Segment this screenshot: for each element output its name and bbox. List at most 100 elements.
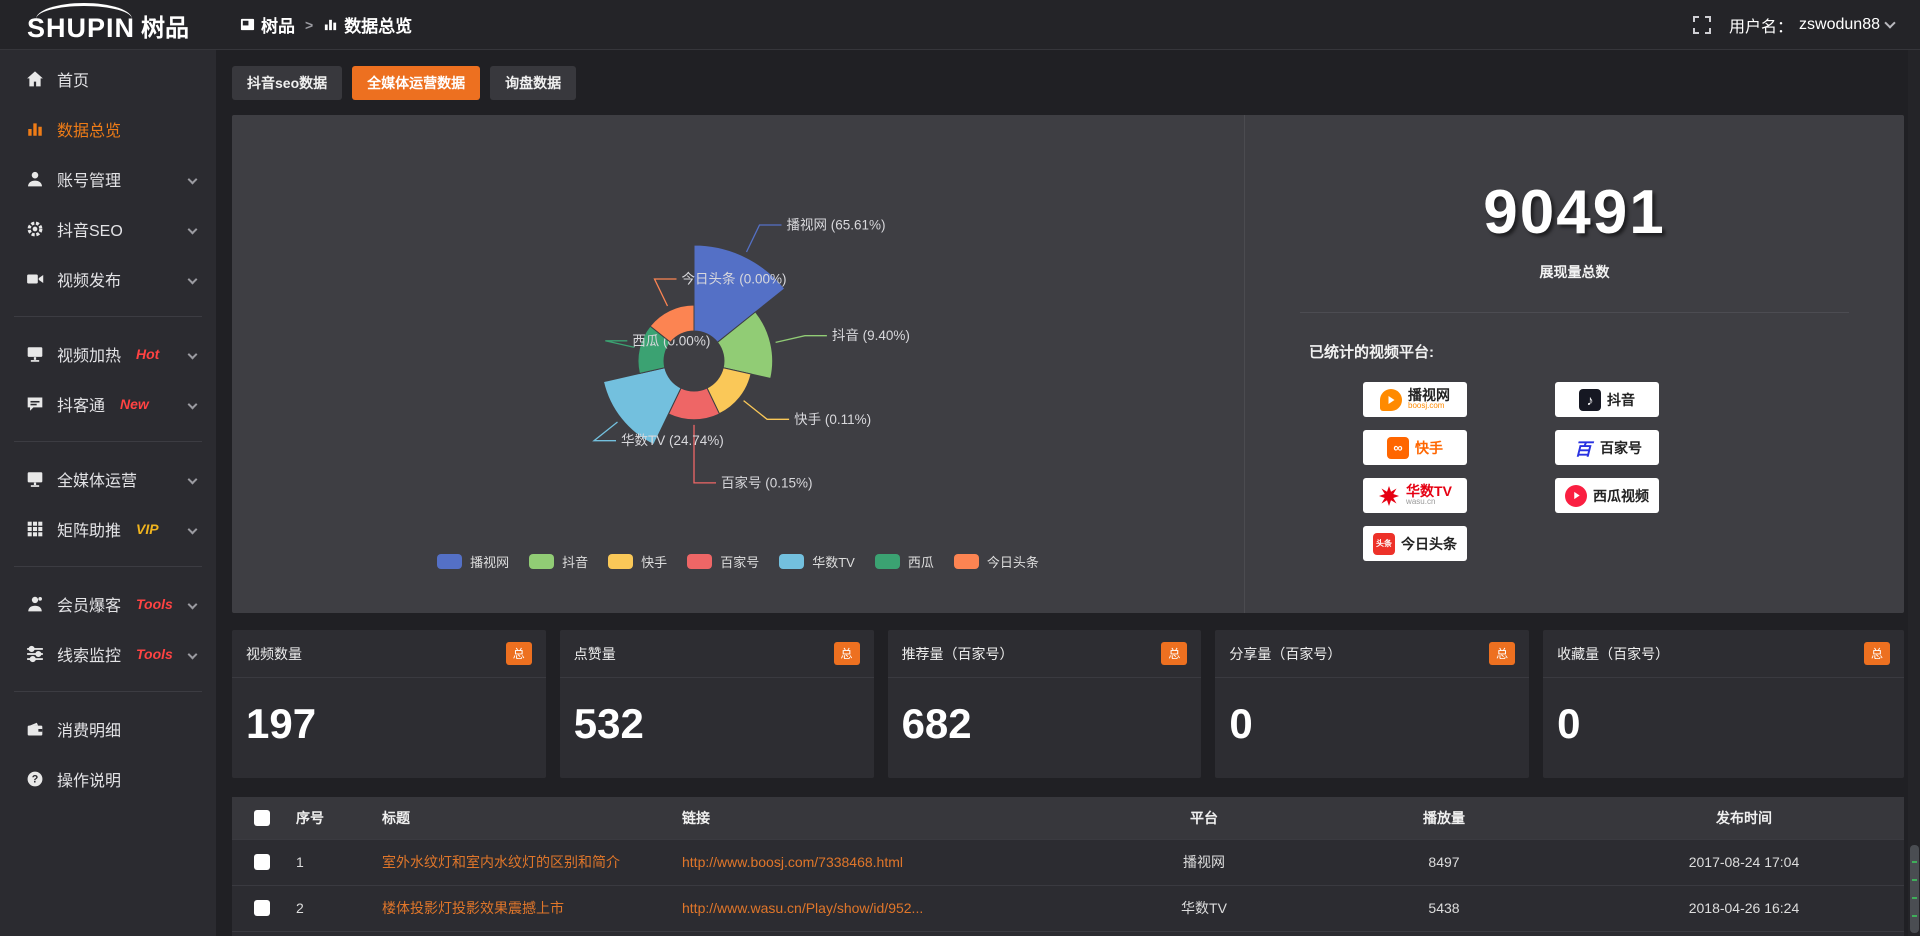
legend-swatch <box>779 554 804 569</box>
legend-label: 播视网 <box>470 552 509 571</box>
breadcrumb-item-data-overview[interactable]: 数据总览 <box>323 12 412 37</box>
heat-icon <box>26 345 44 363</box>
legend-item-今日头条[interactable]: 今日头条 <box>954 552 1039 571</box>
cell-no: 2 <box>288 885 374 931</box>
sidebar-item-clue-monitor[interactable]: 线索监控Tools <box>0 633 216 675</box>
legend-item-播视网[interactable]: 播视网 <box>437 552 509 571</box>
sidebar-item-label: 视频发布 <box>57 267 121 291</box>
stat-card-value: 532 <box>560 678 874 748</box>
pie-label-line <box>594 422 618 441</box>
video-icon <box>26 270 44 288</box>
tab-2[interactable]: 全媒体运营数据 <box>352 66 480 100</box>
stat-card-4: 分享量（百家号）总0 <box>1215 630 1529 778</box>
select-all-checkbox[interactable] <box>254 810 270 826</box>
row-checkbox[interactable] <box>254 854 270 870</box>
stat-card-value: 0 <box>1543 678 1904 748</box>
total-impressions-label: 展现量总数 <box>1245 262 1904 282</box>
cell-url-link[interactable]: http://www.wasu.cn/Play/show/id/952... <box>682 900 923 916</box>
pie-label-播视网: 播视网 (65.61%) <box>787 218 886 233</box>
sidebar-item-label: 抖客通 <box>57 392 105 416</box>
sidebar-item-member[interactable]: 会员爆客Tools <box>0 583 216 625</box>
stat-card-title: 推荐量（百家号） <box>902 644 1014 664</box>
legend-swatch <box>687 554 712 569</box>
legend-label: 快手 <box>641 552 667 571</box>
col-title: 标题 <box>374 797 674 839</box>
sidebar-item-video-heat[interactable]: 视频加热Hot <box>0 333 216 375</box>
boosj-icon <box>1380 389 1402 411</box>
legend-item-百家号[interactable]: 百家号 <box>687 552 759 571</box>
sidebar-item-label: 全媒体运营 <box>57 467 137 491</box>
cell-title-link[interactable]: 室外水纹灯和室内水纹灯的区别和简介 <box>382 854 620 870</box>
platform-name: 快手 <box>1415 441 1443 455</box>
logo-text-cn: 树品 <box>141 16 189 41</box>
row-checkbox[interactable] <box>254 900 270 916</box>
legend-item-抖音[interactable]: 抖音 <box>529 552 588 571</box>
gear-icon <box>26 220 44 238</box>
sidebar-divider <box>14 691 202 692</box>
sidebar-item-video-publish[interactable]: 视频发布 <box>0 258 216 300</box>
scrollbar-thumb[interactable] <box>1910 845 1919 933</box>
total-badge: 总 <box>1161 642 1187 665</box>
cell-time: 2018-04-26 16:24 <box>1584 885 1904 931</box>
sidebar-item-help[interactable]: ?操作说明 <box>0 758 216 800</box>
sidebar-item-douyin-seo[interactable]: 抖音SEO <box>0 208 216 250</box>
tab-3[interactable]: 询盘数据 <box>490 66 576 100</box>
chevron-down-icon <box>188 524 198 534</box>
col-no: 序号 <box>288 797 374 839</box>
sidebar-item-account[interactable]: 账号管理 <box>0 158 216 200</box>
legend-item-西瓜[interactable]: 西瓜 <box>875 552 934 571</box>
wallet-icon <box>26 720 44 738</box>
cell-url-link[interactable]: http://www.boosj.com/7338468.html <box>682 854 903 870</box>
table-row-2: 2 楼体投影灯投影效果震撼上市 http://www.wasu.cn/Play/sh… <box>232 885 1904 931</box>
sidebar-item-badge: New <box>120 396 149 412</box>
stat-card-title: 收藏量（百家号） <box>1557 644 1669 664</box>
stat-card-title: 点赞量 <box>574 644 616 664</box>
stat-card-2: 点赞量总532 <box>560 630 874 778</box>
legend-item-华数TV[interactable]: 华数TV <box>779 552 855 571</box>
cell-title-link[interactable]: 楼体投影灯投影效果震撼上市 <box>382 900 564 916</box>
cell-plays: 5438 <box>1304 885 1584 931</box>
sidebar-item-label: 抖音SEO <box>57 217 123 241</box>
sidebar-item-label: 操作说明 <box>57 767 121 791</box>
legend-swatch <box>875 554 900 569</box>
col-link: 链接 <box>674 797 1104 839</box>
sidebar-item-data-overview[interactable]: 数据总览 <box>0 108 216 150</box>
logo-text-en: SHUPIN <box>27 15 135 42</box>
pie-label-line <box>776 336 827 343</box>
platform-badge-今日头条: 头条今日头条 <box>1363 526 1467 561</box>
sidebar-item-badge: VIP <box>136 521 159 537</box>
sidebar-item-home[interactable]: 首页 <box>0 58 216 100</box>
sidebar-item-douketong[interactable]: 抖客通 New <box>0 383 216 425</box>
sidebar-item-label: 消费明细 <box>57 717 121 741</box>
matrix-icon <box>26 520 44 538</box>
fullscreen-icon[interactable] <box>1693 16 1711 34</box>
media-icon <box>26 470 44 488</box>
cell-time: 2017-08-24 17:04 <box>1584 839 1904 885</box>
scrollbar-track[interactable] <box>1908 50 1920 936</box>
sidebar-item-label: 矩阵助推 <box>57 517 121 541</box>
pie-label-line <box>655 279 677 306</box>
sidebar-item-matrix-boost[interactable]: 矩阵助推 VIP <box>0 508 216 550</box>
table-row-1: 1室外水纹灯和室内水纹灯的区别和简介http://www.boosj.com/7… <box>232 839 1904 885</box>
platforms-grid: 播视网boosj.com∞快手华数TVwasu.cn头条今日头条 ♪抖音百百家号… <box>1363 382 1904 561</box>
legend-swatch <box>437 554 462 569</box>
chevron-down-icon <box>188 649 198 659</box>
legend-label: 今日头条 <box>987 552 1039 571</box>
stat-card-1: 视频数量总197 <box>232 630 546 778</box>
stat-card-value: 0 <box>1215 678 1529 748</box>
tab-1[interactable]: 抖音seo数据 <box>232 66 342 100</box>
breadcrumb-item-shupin[interactable]: 树品 <box>240 12 295 37</box>
platforms-col-right: ♪抖音百百家号西瓜视频 <box>1555 382 1659 561</box>
overview-panel: 播视网 (65.61%)抖音 (9.40%)快手 (0.11%)百家号 (0.1… <box>232 115 1904 613</box>
cell-plays: 8497 <box>1304 839 1584 885</box>
user-menu[interactable]: 用户名： zswodun88 <box>1729 13 1894 37</box>
col-platform: 平台 <box>1104 797 1304 839</box>
main-content: 抖音seo数据全媒体运营数据询盘数据 播视网 (65.61%)抖音 (9.40%… <box>216 50 1920 936</box>
table-row-partial <box>232 931 1904 936</box>
tabs-bar: 抖音seo数据全媒体运营数据询盘数据 <box>232 66 1904 100</box>
sidebar-item-consume[interactable]: 消费明细 <box>0 708 216 750</box>
sidebar-divider <box>14 566 202 567</box>
sidebar-item-media-operation[interactable]: 全媒体运营 <box>0 458 216 500</box>
legend-item-快手[interactable]: 快手 <box>608 552 667 571</box>
kuaishou-icon: ∞ <box>1387 437 1409 459</box>
